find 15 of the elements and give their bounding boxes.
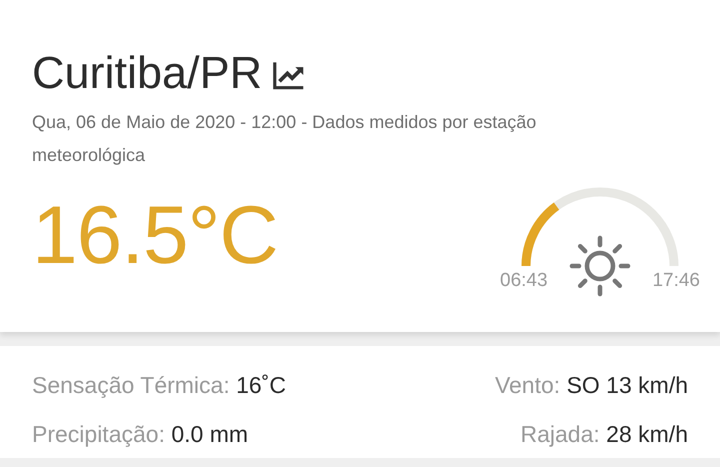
sunset-time: 17:46 (652, 270, 700, 292)
temperature: 16.5°C (32, 189, 278, 283)
detail-value: SO 13 km/h (566, 372, 688, 398)
daylight-fill (522, 202, 560, 266)
detail-value: 16˚C (236, 372, 286, 398)
detail-label: Sensação Térmica: (32, 372, 230, 398)
city-title: Curitiba/PR (32, 47, 262, 99)
date-subtitle: Qua, 06 de Maio de 2020 - 12:00 - Dados medidos por estação meteorológica (32, 111, 538, 167)
detail-value: 28 km/h (606, 421, 688, 447)
sun-icon (568, 234, 632, 298)
detail-label: Rajada: (520, 421, 600, 447)
detail-value: 0.0 mm (171, 421, 248, 447)
detail-label: Vento: (494, 372, 560, 398)
detail-label: Precipitação: (32, 421, 165, 447)
sunrise-time: 06:43 (500, 270, 548, 292)
